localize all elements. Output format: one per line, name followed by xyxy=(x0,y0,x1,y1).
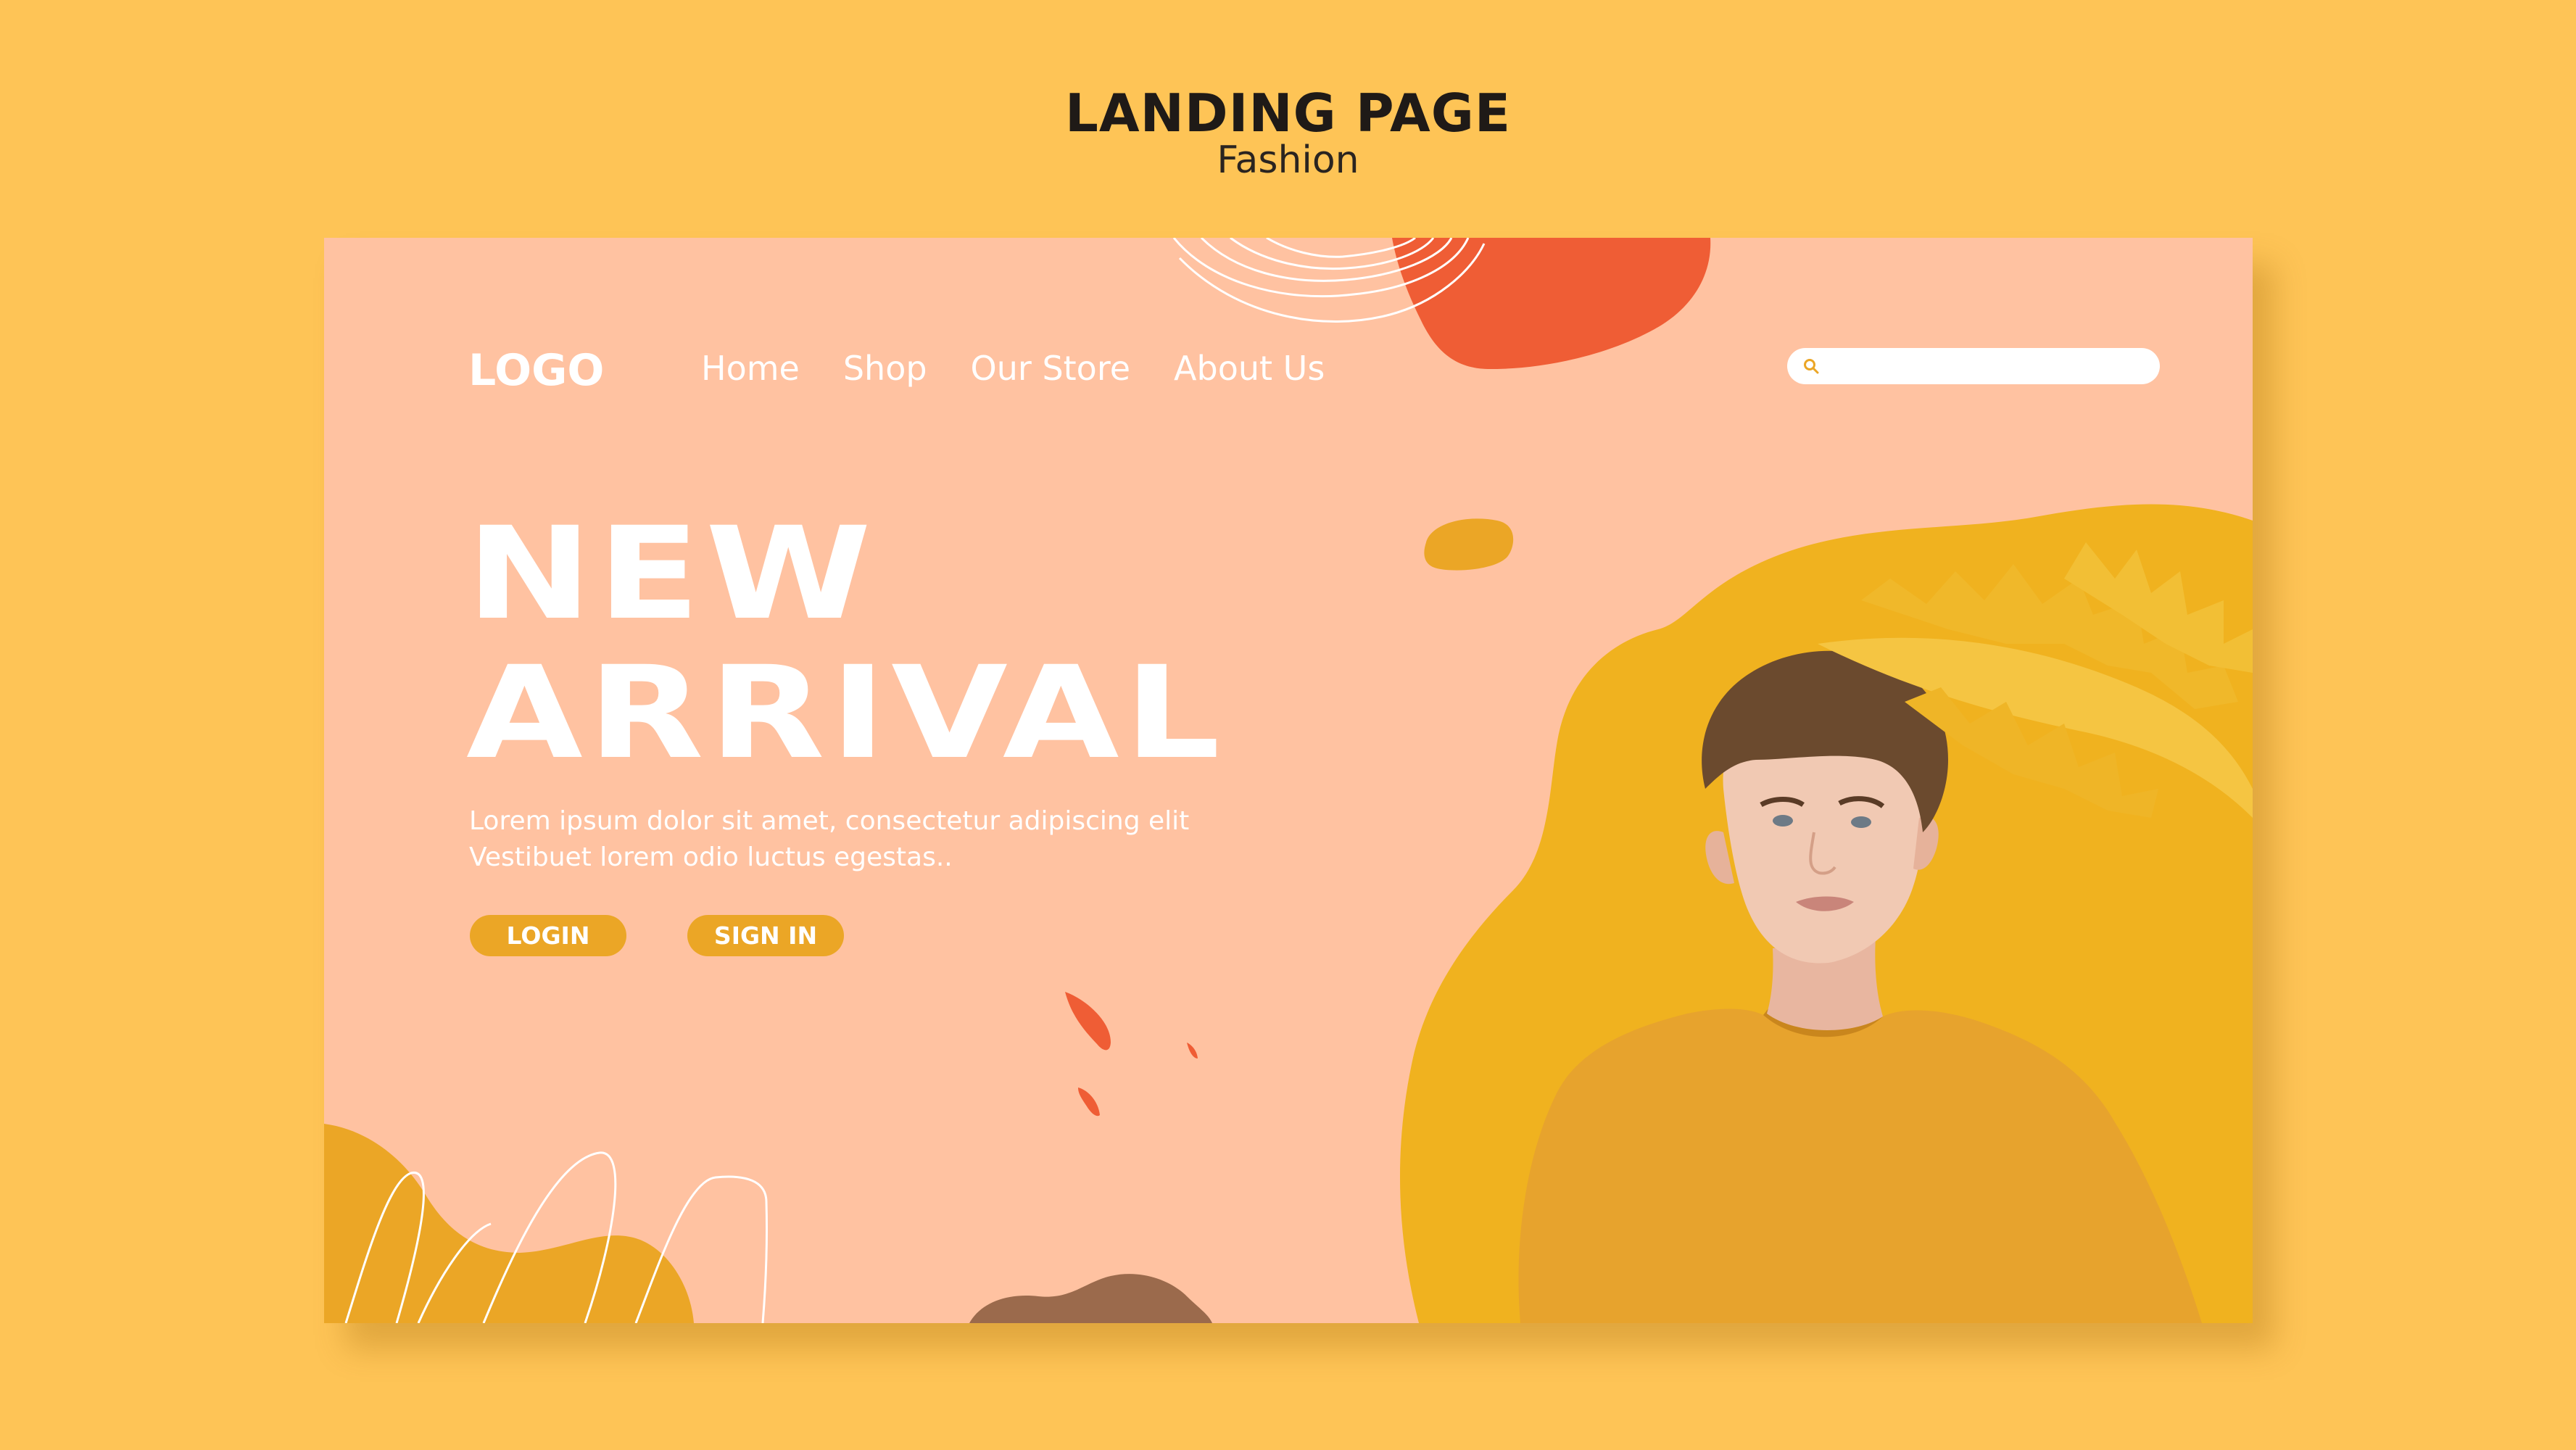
brown-blob xyxy=(969,1274,1212,1323)
hero-title-line-2: ARRIVAL xyxy=(466,639,1226,787)
nav-about-us[interactable]: About Us xyxy=(1174,345,1325,392)
sign-in-button[interactable]: SIGN IN xyxy=(687,915,844,956)
hero-title-line-1: NEW xyxy=(466,500,877,648)
nav-home[interactable]: Home xyxy=(701,345,800,392)
page-subtitle: Fashion xyxy=(1217,138,1359,182)
page-title: LANDING PAGE xyxy=(1065,83,1511,144)
hero-description-line-2: Vestibuet lorem odio luctus egestas.. xyxy=(469,842,953,872)
hero-description-line-1: Lorem ipsum dolor sit amet, consectetur … xyxy=(469,806,1190,836)
search-input[interactable] xyxy=(1826,352,2160,381)
orange-drop xyxy=(1065,992,1111,1051)
search-bar[interactable] xyxy=(1787,348,2160,384)
nav-our-store[interactable]: Our Store xyxy=(971,345,1130,392)
hero-title: NEW ARRIVAL xyxy=(466,505,1236,783)
main-nav: Home Shop Our Store About Us xyxy=(701,345,1368,392)
landing-page-mockup: LOGO Home Shop Our Store About Us NEW AR… xyxy=(324,238,2253,1323)
small-yellow-blob xyxy=(1424,518,1514,571)
search-icon xyxy=(1804,359,1819,374)
logo[interactable]: LOGO xyxy=(468,344,604,397)
hero-description: Lorem ipsum dolor sit amet, consectetur … xyxy=(469,803,1267,876)
orange-blob xyxy=(1392,238,1711,370)
login-button[interactable]: LOGIN xyxy=(470,915,626,956)
nav-shop[interactable]: Shop xyxy=(843,345,927,392)
